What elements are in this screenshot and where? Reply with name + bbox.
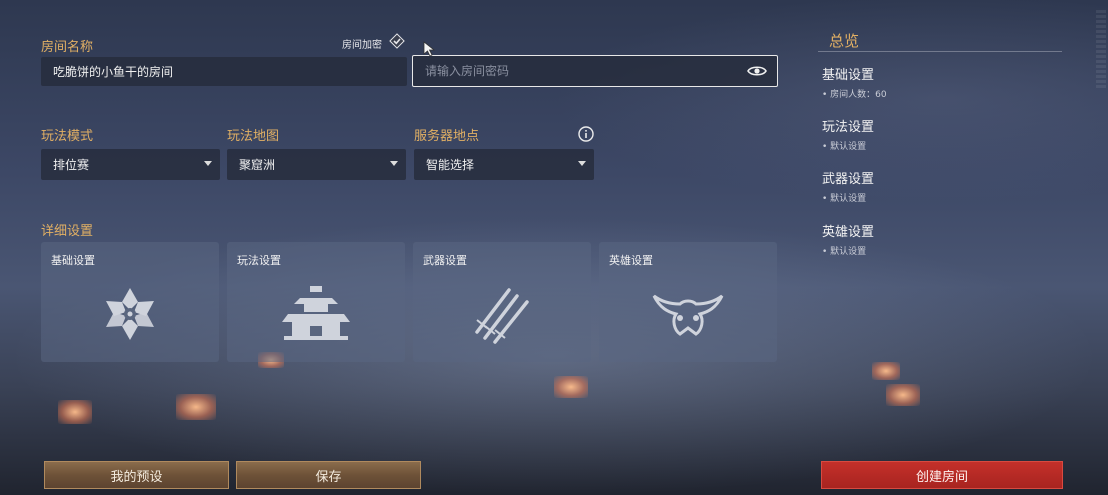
overview-sub: • 房间人数：60 — [822, 90, 887, 100]
swords-icon — [475, 288, 529, 344]
room-name-label: 房间名称 — [41, 40, 94, 55]
detail-label: 详细设置 — [41, 224, 94, 239]
mode-label: 玩法模式 — [41, 129, 94, 144]
overview-sub: • 默认设置 — [822, 194, 867, 204]
info-button[interactable] — [578, 126, 594, 142]
my-presets-button[interactable]: 我的预设 — [44, 461, 229, 489]
save-button[interactable]: 保存 — [236, 461, 421, 489]
card-title: 基础设置 — [51, 254, 95, 267]
chevron-down-icon — [578, 161, 586, 166]
card-hero-settings[interactable]: 英雄设置 — [599, 242, 777, 362]
mask-icon — [652, 294, 724, 336]
eye-icon[interactable] — [747, 64, 767, 78]
side-id-strip — [1096, 10, 1106, 90]
overview-sub: • 默认设置 — [822, 247, 867, 257]
room-name-field[interactable]: 吃脆饼的小鱼干的房间 — [41, 57, 407, 86]
palace-icon — [282, 286, 350, 340]
card-title: 玩法设置 — [237, 254, 281, 267]
overview-title: 总览 — [829, 32, 860, 50]
encrypt-checkbox[interactable] — [389, 33, 405, 49]
overview-divider — [818, 51, 1062, 52]
card-gameplay-settings[interactable]: 玩法设置 — [227, 242, 405, 362]
map-select[interactable]: 聚窟洲 — [227, 149, 406, 180]
chevron-down-icon — [204, 161, 212, 166]
create-room-button[interactable]: 创建房间 — [821, 461, 1063, 489]
mode-select[interactable]: 排位赛 — [41, 149, 220, 180]
snowflake-flower-icon — [106, 288, 154, 340]
overview-sub: • 默认设置 — [822, 142, 867, 152]
lantern-light — [58, 400, 92, 424]
checkmark-icon — [389, 33, 405, 49]
mouse-cursor-icon — [423, 41, 436, 57]
server-select[interactable]: 智能选择 — [414, 149, 594, 180]
server-label: 服务器地点 — [414, 129, 480, 144]
lantern-light — [176, 394, 216, 420]
overview-heading: 基础设置 — [822, 68, 875, 83]
lantern-light — [886, 384, 920, 406]
server-value: 智能选择 — [426, 158, 475, 172]
card-basic-settings[interactable]: 基础设置 — [41, 242, 219, 362]
map-label: 玩法地图 — [227, 129, 280, 144]
map-value: 聚窟洲 — [239, 158, 276, 172]
info-icon — [578, 126, 594, 142]
card-weapon-settings[interactable]: 武器设置 — [413, 242, 591, 362]
password-input[interactable] — [425, 64, 725, 78]
password-field[interactable] — [412, 55, 778, 87]
lantern-light — [872, 362, 900, 380]
lantern-light — [554, 376, 588, 398]
chevron-down-icon — [390, 161, 398, 166]
mode-value: 排位赛 — [53, 158, 90, 172]
overview-heading: 英雄设置 — [822, 225, 875, 240]
overview-heading: 武器设置 — [822, 172, 875, 187]
room-encrypt-label: 房间加密 — [342, 40, 382, 51]
card-title: 英雄设置 — [609, 254, 653, 267]
card-title: 武器设置 — [423, 254, 467, 267]
overview-heading: 玩法设置 — [822, 120, 875, 135]
